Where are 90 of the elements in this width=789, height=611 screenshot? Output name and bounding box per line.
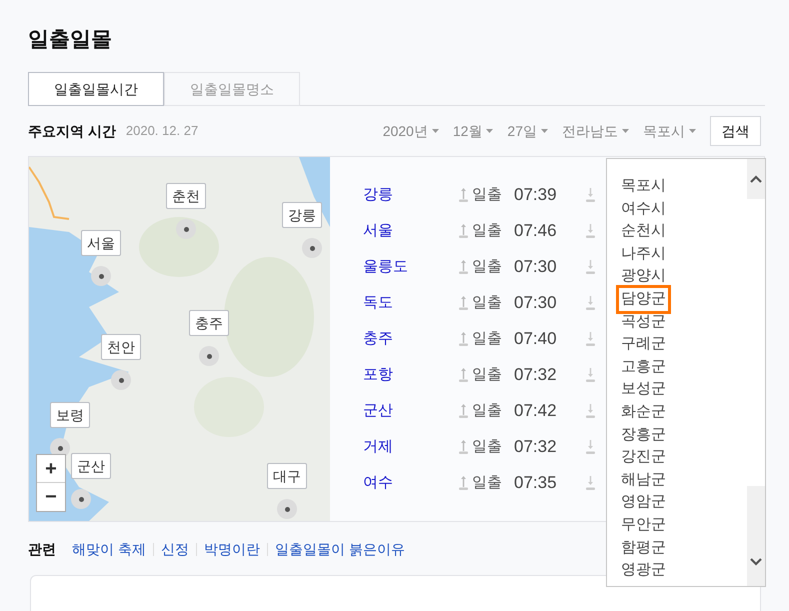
section-heading: 주요지역 시간 — [28, 122, 116, 140]
sunset-icon — [586, 188, 595, 202]
sunrise-time: 07:32 — [514, 364, 558, 386]
sunset-icon — [586, 224, 595, 238]
dropdown-option[interactable]: 무안군 — [621, 514, 666, 536]
caret-icon — [689, 129, 696, 133]
sunset-icon — [586, 260, 595, 274]
dropdown-option[interactable]: 고흥군 — [621, 356, 666, 378]
related-link[interactable]: 박명이란 — [204, 539, 260, 560]
dropdown-option[interactable]: 강진군 — [621, 446, 666, 469]
sunset-icon — [586, 368, 595, 382]
caret-icon — [622, 129, 629, 133]
sunset-icon — [586, 440, 595, 454]
sunrise-icon — [459, 476, 468, 490]
sunrise-icon — [459, 440, 468, 454]
caret-icon — [541, 129, 548, 133]
sunrise-time: 07:32 — [514, 436, 558, 458]
zoom-out-button[interactable]: − — [37, 483, 65, 511]
dropdown-option[interactable]: 화순군 — [621, 400, 666, 424]
related-link[interactable]: 신정 — [160, 539, 189, 560]
map-label: 춘천 — [166, 183, 206, 209]
sunrise-icon — [459, 260, 468, 274]
dropdown-option[interactable]: 담양군 — [619, 288, 668, 311]
sunrise-time: 07:39 — [514, 184, 558, 206]
map-label: 서울 — [81, 230, 121, 256]
dropdown-option[interactable]: 영암군 — [621, 491, 666, 514]
sunrise-label: 일출 — [472, 220, 502, 241]
sunrise-icon — [459, 296, 468, 310]
dropdown-option[interactable]: 영광군 — [621, 559, 666, 582]
dropdown-option[interactable]: 목포시 — [621, 175, 666, 198]
sunrise-icon — [459, 188, 468, 202]
city-link[interactable]: 서울 — [363, 220, 459, 242]
dropdown-option[interactable]: 보성군 — [621, 378, 666, 401]
map-label: 군산 — [71, 453, 111, 479]
zoom-in-button[interactable]: + — [37, 455, 65, 483]
sunset-icon — [586, 404, 595, 418]
city-link[interactable]: 군산 — [363, 400, 459, 422]
sunrise-label: 일출 — [472, 184, 502, 205]
city-link[interactable]: 충주 — [363, 328, 459, 350]
scroll-up-icon[interactable] — [750, 175, 762, 183]
date-text: 2020. 12. 27 — [126, 122, 198, 140]
dropdown-option[interactable]: 광양시 — [621, 265, 666, 288]
caret-icon — [432, 129, 439, 133]
map-label: 보령 — [50, 402, 90, 428]
sunset-icon — [586, 332, 595, 346]
scroll-down-icon[interactable] — [750, 558, 762, 566]
search-button[interactable]: 검색 — [710, 116, 761, 146]
dropdown-option[interactable]: 순천시 — [621, 220, 666, 243]
dropdown-option[interactable]: 나주시 — [621, 242, 666, 266]
page-title: 일출일몰 — [28, 27, 113, 53]
sunrise-time: 07:30 — [514, 292, 558, 314]
map-label: 강릉 — [282, 202, 322, 228]
related-label: 관련 — [28, 540, 56, 559]
city-link[interactable]: 강릉 — [363, 184, 459, 206]
map-label: 충주 — [189, 310, 229, 336]
sunrise-time: 07:35 — [514, 472, 558, 494]
sunrise-label: 일출 — [472, 256, 502, 277]
city-link[interactable]: 거제 — [363, 436, 459, 458]
dropdown-option[interactable]: 함평군 — [621, 536, 666, 560]
related-link[interactable]: 일출일몰이 붉은이유 — [274, 539, 405, 560]
dropdown-option[interactable]: 구례군 — [621, 333, 666, 356]
caret-icon — [486, 129, 494, 133]
sunrise-label: 일출 — [472, 292, 502, 313]
map-label: 대구 — [267, 463, 307, 489]
sunrise-icon — [459, 224, 468, 238]
sunrise-label: 일출 — [472, 400, 502, 421]
sunrise-label: 일출 — [472, 472, 502, 493]
city-link[interactable]: 울릉도 — [363, 256, 459, 278]
sunset-icon — [586, 476, 595, 490]
city-link[interactable]: 독도 — [363, 292, 459, 314]
sunrise-label: 일출 — [472, 328, 502, 349]
sunrise-icon — [459, 404, 468, 418]
sunrise-time: 07:42 — [514, 400, 558, 422]
city-link[interactable]: 여수 — [363, 472, 459, 494]
sunrise-icon — [459, 332, 468, 346]
sunrise-time: 07:40 — [514, 328, 558, 350]
city-link[interactable]: 포항 — [363, 364, 459, 386]
sunrise-time: 07:30 — [514, 256, 558, 278]
dropdown-option[interactable]: 곡성군 — [621, 310, 666, 334]
tab[interactable]: 일출일몰시간 — [28, 72, 164, 106]
sunrise-label: 일출 — [472, 436, 502, 457]
sunrise-time: 07:46 — [514, 220, 558, 242]
related-link[interactable]: 해맞이 축제 — [72, 539, 146, 560]
dropdown-option[interactable]: 장흥군 — [621, 424, 666, 446]
map-label: 천안 — [101, 334, 141, 360]
dropdown-option[interactable]: 해남군 — [621, 468, 666, 492]
sunrise-label: 일출 — [472, 364, 502, 385]
sunset-icon — [586, 296, 595, 310]
dropdown-option[interactable]: 여수시 — [621, 198, 666, 220]
sunrise-icon — [459, 368, 468, 382]
